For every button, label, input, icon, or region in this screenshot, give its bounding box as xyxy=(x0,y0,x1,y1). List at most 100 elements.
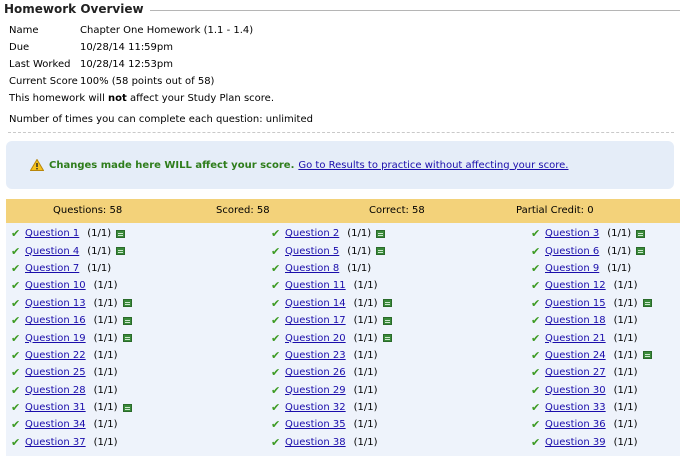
checkmark-icon: ✔ xyxy=(531,383,541,397)
media-resource-icon[interactable] xyxy=(376,229,386,238)
media-resource-icon[interactable] xyxy=(116,247,126,256)
question-score: (1/1) xyxy=(613,297,638,309)
media-resource-icon[interactable] xyxy=(122,403,132,412)
question-link[interactable]: Question 6 xyxy=(545,246,599,257)
checkmark-icon: ✔ xyxy=(11,279,21,293)
question-link[interactable]: Question 20 xyxy=(285,333,346,344)
media-resource-icon[interactable] xyxy=(642,299,652,308)
checkmark-icon: ✔ xyxy=(271,227,281,241)
question-link[interactable]: Question 30 xyxy=(545,385,606,396)
checkmark-icon: ✔ xyxy=(271,435,281,449)
question-link[interactable]: Question 34 xyxy=(25,419,86,430)
question-link[interactable]: Question 7 xyxy=(25,263,79,274)
checkmark-icon: ✔ xyxy=(531,331,541,345)
media-resource-icon[interactable] xyxy=(382,316,392,325)
question-link[interactable]: Question 19 xyxy=(25,333,86,344)
due-row: Due 10/28/14 11:59pm xyxy=(9,39,313,56)
question-link[interactable]: Question 35 xyxy=(285,419,346,430)
question-score: (1/1) xyxy=(613,436,638,448)
question-row: ✔ Question 14 (1/1) xyxy=(271,295,392,312)
question-score: (1/1) xyxy=(347,245,372,257)
question-row: ✔ Question 22 (1/1) xyxy=(11,347,132,364)
question-link[interactable]: Question 18 xyxy=(545,315,606,326)
question-row: ✔ Question 38 (1/1) xyxy=(271,434,392,451)
dashed-divider xyxy=(8,132,674,133)
page-title: Homework Overview xyxy=(4,2,144,16)
question-row: ✔ Question 35 (1/1) xyxy=(271,416,392,433)
media-resource-icon[interactable] xyxy=(382,334,392,343)
question-score: (1/1) xyxy=(353,384,378,396)
question-row: ✔ Question 18 (1/1) xyxy=(531,312,652,329)
question-row: ✔ Question 23 (1/1) xyxy=(271,347,392,364)
media-resource-icon[interactable] xyxy=(122,334,132,343)
question-row: ✔ Question 30 (1/1) xyxy=(531,382,652,399)
question-row: ✔ Question 39 (1/1) xyxy=(531,434,652,451)
question-link[interactable]: Question 33 xyxy=(545,402,606,413)
study-plan-note: This homework will not affect your Study… xyxy=(9,90,313,107)
question-link[interactable]: Question 37 xyxy=(25,437,86,448)
media-resource-icon[interactable] xyxy=(116,229,126,238)
question-link[interactable]: Question 8 xyxy=(285,263,339,274)
question-link[interactable]: Question 36 xyxy=(545,419,606,430)
question-link[interactable]: Question 24 xyxy=(545,350,606,361)
question-link[interactable]: Question 9 xyxy=(545,263,599,274)
checkmark-icon: ✔ xyxy=(11,348,21,362)
question-link[interactable]: Question 38 xyxy=(285,437,346,448)
media-resource-icon[interactable] xyxy=(636,247,646,256)
question-link[interactable]: Question 23 xyxy=(285,350,346,361)
due-label: Due xyxy=(9,42,30,53)
question-score: (1/1) xyxy=(353,332,378,344)
checkmark-icon: ✔ xyxy=(11,296,21,310)
question-link[interactable]: Question 3 xyxy=(545,228,599,239)
question-score: (1/1) xyxy=(613,332,638,344)
current-score-value: 100% (58 points out of 58) xyxy=(80,76,215,87)
question-link[interactable]: Question 14 xyxy=(285,298,346,309)
question-link[interactable]: Question 4 xyxy=(25,246,79,257)
warning-text: Changes made here WILL affect your score… xyxy=(49,159,295,171)
last-worked-row: Last Worked 10/28/14 12:53pm xyxy=(9,56,313,73)
question-link[interactable]: Question 17 xyxy=(285,315,346,326)
question-grid: ✔ Question 1 (1/1) ✔ Question 4 (1/1) ✔ Questio… xyxy=(6,223,680,456)
question-link[interactable]: Question 26 xyxy=(285,367,346,378)
question-link[interactable]: Question 11 xyxy=(285,280,346,291)
checkmark-icon: ✔ xyxy=(271,244,281,258)
score-warning-banner: Changes made here WILL affect your score… xyxy=(6,141,674,189)
media-resource-icon[interactable] xyxy=(122,299,132,308)
question-score: (1/1) xyxy=(93,436,118,448)
checkmark-icon: ✔ xyxy=(271,314,281,328)
question-score: (1/1) xyxy=(87,262,112,274)
question-link[interactable]: Question 25 xyxy=(25,367,86,378)
partial-credit-count: Partial Credit: 0 xyxy=(516,205,594,216)
question-row: ✔ Question 31 (1/1) xyxy=(11,399,132,416)
media-resource-icon[interactable] xyxy=(642,351,652,360)
question-link[interactable]: Question 28 xyxy=(25,385,86,396)
question-link[interactable]: Question 10 xyxy=(25,280,86,291)
question-link[interactable]: Question 15 xyxy=(545,298,606,309)
questions-count: Questions: 58 xyxy=(53,205,123,216)
media-resource-icon[interactable] xyxy=(122,316,132,325)
go-to-results-link[interactable]: Go to Results to practice without affect… xyxy=(298,160,568,171)
question-row: ✔ Question 9 (1/1) xyxy=(531,260,652,277)
media-resource-icon[interactable] xyxy=(376,247,386,256)
study-plan-emphasis: not xyxy=(108,93,127,104)
question-link[interactable]: Question 31 xyxy=(25,402,86,413)
question-score: (1/1) xyxy=(613,367,638,379)
question-column-3: ✔ Question 3 (1/1) ✔ Question 6 (1/1) ✔ Questio… xyxy=(531,225,652,451)
question-link[interactable]: Question 22 xyxy=(25,350,86,361)
question-link[interactable]: Question 1 xyxy=(25,228,79,239)
question-score: (1/1) xyxy=(93,297,118,309)
question-link[interactable]: Question 13 xyxy=(25,298,86,309)
question-link[interactable]: Question 39 xyxy=(545,437,606,448)
question-link[interactable]: Question 12 xyxy=(545,280,606,291)
question-row: ✔ Question 33 (1/1) xyxy=(531,399,652,416)
question-link[interactable]: Question 21 xyxy=(545,333,606,344)
question-link[interactable]: Question 32 xyxy=(285,402,346,413)
question-link[interactable]: Question 2 xyxy=(285,228,339,239)
question-link[interactable]: Question 16 xyxy=(25,315,86,326)
question-link[interactable]: Question 27 xyxy=(545,367,606,378)
question-link[interactable]: Question 5 xyxy=(285,246,339,257)
question-link[interactable]: Question 29 xyxy=(285,385,346,396)
media-resource-icon[interactable] xyxy=(382,299,392,308)
checkmark-icon: ✔ xyxy=(531,348,541,362)
media-resource-icon[interactable] xyxy=(636,229,646,238)
